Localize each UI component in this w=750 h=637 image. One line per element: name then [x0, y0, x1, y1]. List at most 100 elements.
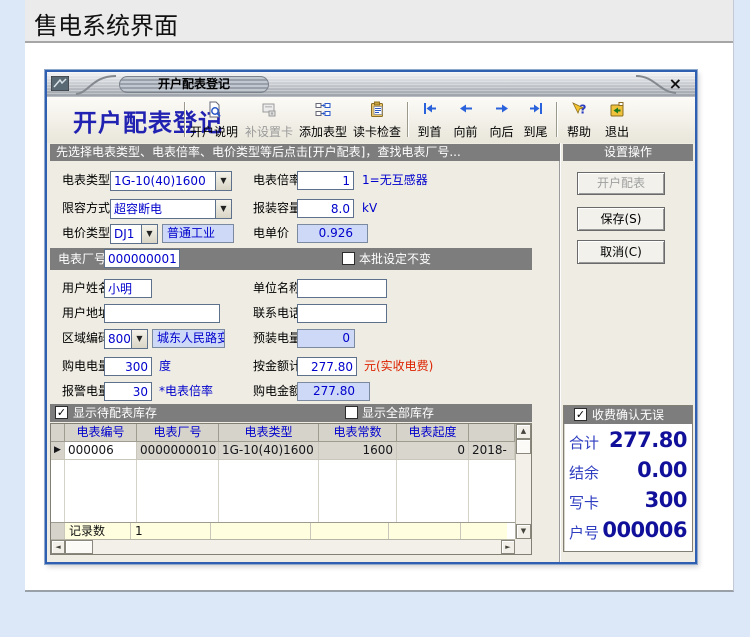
panel-header: 设置操作: [563, 144, 693, 161]
vertical-scroll-thumb[interactable]: [516, 439, 531, 454]
meter-ratio-input[interactable]: [297, 171, 354, 190]
limit-mode-select[interactable]: 超容断电 ▼: [110, 199, 232, 219]
table-row[interactable]: ▶ 000006 0000000010 1G-10(40)1600 1600 0…: [51, 442, 531, 460]
col-header-date[interactable]: [469, 424, 515, 442]
record-count-label: 记录数: [65, 523, 131, 540]
factory-no-input[interactable]: [104, 249, 180, 268]
go-first-button[interactable]: 到首: [413, 101, 446, 139]
horizontal-scrollbar[interactable]: ◄ ►: [51, 539, 515, 554]
col-header-meter-start[interactable]: 电表起度: [397, 424, 469, 442]
alarm-energy-input[interactable]: [104, 382, 152, 401]
scroll-left-icon[interactable]: ◄: [51, 540, 65, 554]
page-title: 售电系统界面: [34, 6, 178, 41]
add-meter-type-button[interactable]: 添加表型: [297, 101, 349, 139]
cancel-button[interactable]: 取消(C): [577, 240, 665, 264]
address-input[interactable]: [104, 304, 220, 323]
purchase-energy-input[interactable]: [104, 357, 152, 376]
exit-button[interactable]: 退出: [600, 101, 634, 139]
account-no-value: 000006: [602, 518, 687, 542]
limit-mode-value: 超容断电: [111, 200, 215, 218]
capacity-label: 报装容量: [253, 199, 301, 218]
window-icon: [51, 76, 69, 95]
close-button[interactable]: ×: [669, 74, 682, 93]
arrow-right-icon: [494, 101, 510, 119]
panel-divider: [559, 143, 561, 562]
price-type-desc: 普通工业: [162, 224, 234, 243]
confirm-bar: ✓ 收费确认无误: [564, 406, 692, 424]
go-prev-button[interactable]: 向前: [449, 101, 482, 139]
exit-icon: [609, 101, 625, 120]
scroll-up-icon[interactable]: ▲: [516, 424, 531, 439]
help-button[interactable]: ? 帮助: [561, 101, 597, 139]
toolbar-separator: [556, 102, 558, 137]
hint-bar: 先选择电表类型、电表倍率、电价类型等后点击[开户配表]，查找电表厂号...: [50, 144, 560, 161]
toolbar-separator: [184, 102, 186, 137]
last-icon: [528, 101, 544, 119]
vertical-scrollbar[interactable]: ▲ ▼: [515, 424, 531, 539]
total-value: 277.80: [609, 428, 687, 452]
chevron-down-icon[interactable]: ▼: [215, 172, 231, 190]
area-code-label: 区域编码: [62, 329, 110, 348]
col-header-meter-no[interactable]: 电表编号: [65, 424, 137, 442]
toolbar-separator: [407, 102, 409, 137]
cell-meter-no: 000006: [65, 442, 137, 460]
price-type-label: 电价类型: [62, 224, 110, 243]
col-header-factory-no[interactable]: 电表厂号: [137, 424, 219, 442]
cell-meter-const: 1600: [319, 442, 397, 460]
write-card-value: 300: [645, 488, 687, 512]
first-icon: [422, 101, 438, 119]
table-empty-area: [51, 460, 531, 522]
by-amount-input[interactable]: [297, 357, 357, 376]
write-card-label: 写卡: [569, 492, 599, 513]
go-next-button[interactable]: 向后: [485, 101, 518, 139]
scroll-down-icon[interactable]: ▼: [516, 524, 531, 539]
show-pending-checkbox[interactable]: ✓: [55, 406, 68, 419]
window-title-band: 开户配表登记: [119, 76, 269, 93]
price-type-select[interactable]: DJ1 ▼: [110, 224, 158, 244]
open-account-help-button[interactable]: 开户说明: [188, 101, 240, 139]
help-icon: ?: [571, 101, 587, 120]
horizontal-scroll-thumb[interactable]: [65, 540, 93, 554]
page-header: 售电系统界面: [25, 0, 733, 43]
chevron-down-icon[interactable]: ▼: [215, 200, 231, 218]
account-no-label: 户号: [569, 522, 599, 543]
show-pending-label: 显示待配表库存: [73, 404, 157, 422]
phone-input[interactable]: [297, 304, 387, 323]
alarm-energy-note: *电表倍率: [159, 382, 213, 401]
chevron-down-icon[interactable]: ▼: [131, 330, 147, 348]
area-code-select[interactable]: 8001 ▼: [104, 329, 148, 349]
preset-energy-value: 0: [297, 329, 355, 348]
save-button[interactable]: 保存(S): [577, 207, 665, 231]
balance-label: 结余: [569, 462, 599, 483]
content-card: 售电系统界面 开户配表登记 × 开户配表登记 开户说明: [25, 0, 734, 592]
supplement-card-button: 补设置卡: [243, 101, 295, 139]
by-amount-label: 按金额计: [253, 357, 301, 376]
clipboard-icon: [369, 101, 385, 121]
stock-filter-bar: ✓ 显示待配表库存 显示全部库存: [50, 404, 532, 422]
phone-label: 联系电话: [253, 304, 301, 323]
go-last-button[interactable]: 到尾: [519, 101, 552, 139]
purchase-amount-value: 277.80: [297, 382, 370, 401]
org-name-input[interactable]: [297, 279, 387, 298]
meter-type-value: 1G-10(40)1600: [111, 172, 215, 190]
batch-fixed-checkbox[interactable]: [342, 252, 355, 265]
meter-type-select[interactable]: 1G-10(40)1600 ▼: [110, 171, 232, 191]
chevron-down-icon[interactable]: ▼: [141, 225, 157, 243]
arrow-left-icon: [458, 101, 474, 119]
price-type-value: DJ1: [111, 225, 141, 243]
alarm-energy-label: 报警电量: [62, 382, 110, 401]
capacity-input[interactable]: [297, 199, 354, 218]
col-header-meter-const[interactable]: 电表常数: [319, 424, 397, 442]
meter-ratio-label: 电表倍率: [253, 171, 301, 190]
show-all-checkbox[interactable]: [345, 406, 358, 419]
scroll-right-icon[interactable]: ►: [501, 540, 515, 554]
batch-fixed-label: 本批设定不变: [359, 250, 431, 268]
factory-no-label: 电表厂号: [58, 250, 106, 268]
fee-confirm-checkbox[interactable]: ✓: [574, 408, 587, 421]
svg-text:?: ?: [580, 103, 587, 117]
row-pointer-icon: ▶: [51, 442, 65, 460]
user-name-input[interactable]: [104, 279, 152, 298]
col-header-meter-type[interactable]: 电表类型: [219, 424, 319, 442]
limit-mode-label: 限容方式: [62, 199, 110, 218]
read-card-check-button[interactable]: 读卡检查: [351, 101, 403, 139]
